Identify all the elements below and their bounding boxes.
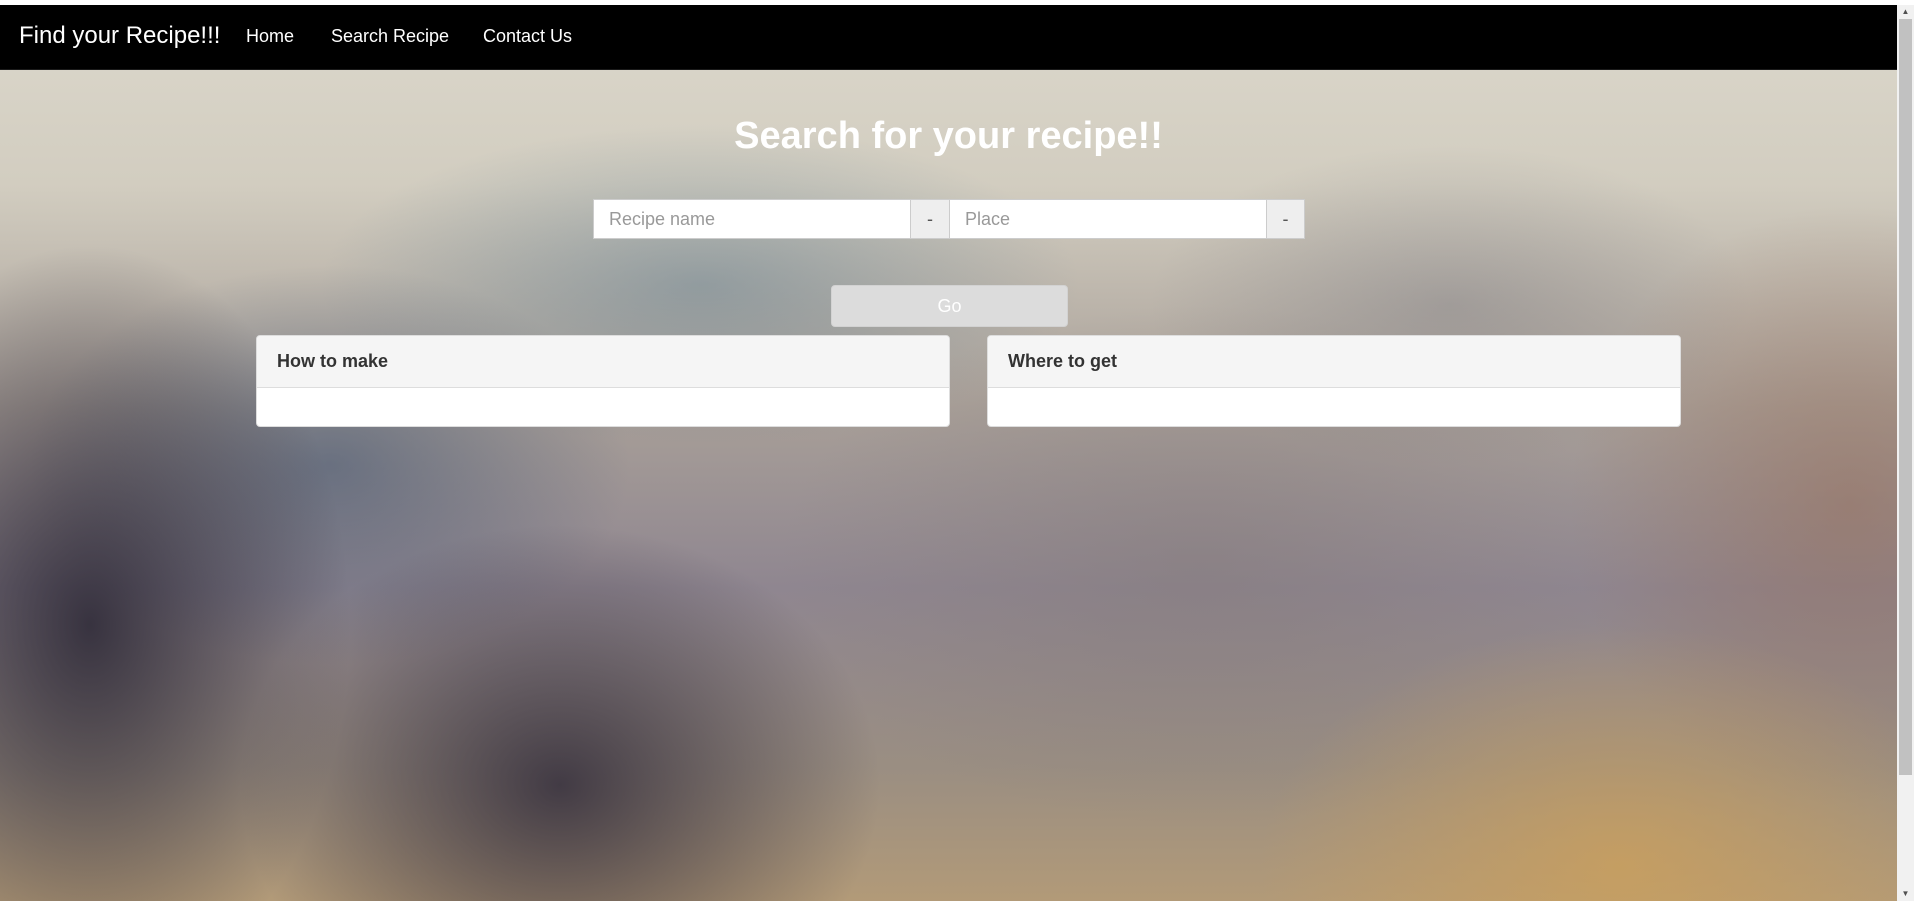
recipe-name-addon: - — [910, 199, 950, 239]
where-to-get-panel: Where to get — [987, 335, 1681, 427]
place-addon: - — [1266, 199, 1305, 239]
where-to-get-body — [988, 388, 1680, 426]
how-to-make-body — [257, 388, 949, 426]
where-to-get-heading: Where to get — [988, 336, 1680, 388]
page-title: Search for your recipe!! — [734, 115, 1163, 157]
nav-link-home[interactable]: Home — [246, 26, 294, 47]
nav-link-contact-us[interactable]: Contact Us — [483, 26, 572, 47]
how-to-make-heading: How to make — [257, 336, 949, 388]
page: Find your Recipe!!! Home Search Recipe C… — [0, 0, 1914, 901]
scrollbar-thumb[interactable] — [1899, 19, 1912, 775]
how-to-make-panel: How to make — [256, 335, 950, 427]
place-input[interactable] — [949, 199, 1267, 239]
navbar-brand[interactable]: Find your Recipe!!! — [19, 22, 220, 50]
go-button[interactable]: Go — [831, 285, 1068, 327]
navbar: Find your Recipe!!! Home Search Recipe C… — [0, 5, 1897, 70]
recipe-name-input[interactable] — [593, 199, 911, 239]
nav-link-search-recipe[interactable]: Search Recipe — [331, 26, 449, 47]
scroll-down-arrow-icon[interactable]: ▼ — [1897, 887, 1914, 901]
vertical-scrollbar[interactable]: ▲ ▼ — [1897, 5, 1914, 901]
scroll-up-arrow-icon[interactable]: ▲ — [1897, 5, 1914, 19]
